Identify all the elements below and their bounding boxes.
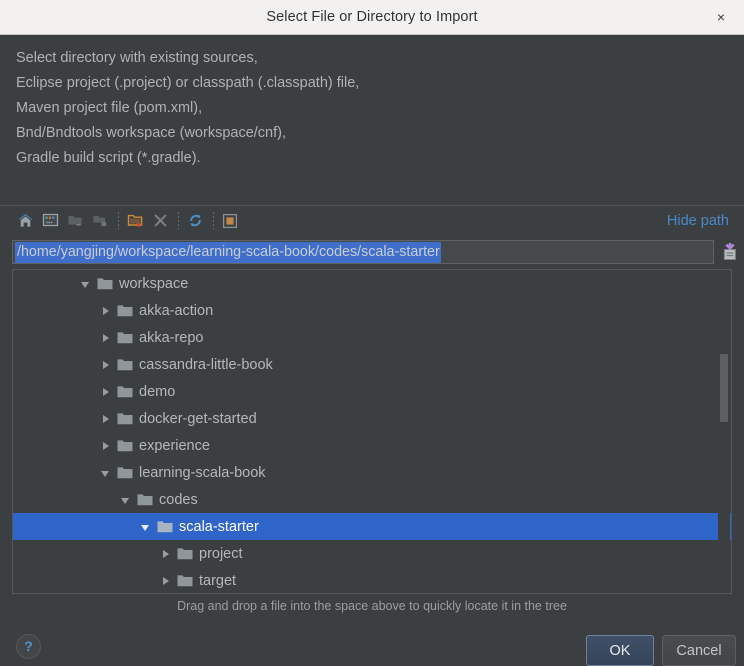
toolbar-separator: [178, 212, 179, 229]
dialog-body: Select directory with existing sources, …: [0, 35, 744, 666]
chevron-right-icon[interactable]: [100, 386, 112, 398]
help-button[interactable]: ?: [16, 634, 41, 659]
description-line: Bnd/Bndtools workspace (workspace/cnf),: [16, 125, 286, 141]
chevron-down-icon[interactable]: [120, 494, 132, 506]
chevron-right-icon[interactable]: [100, 359, 112, 371]
tree-row-label: target: [199, 572, 237, 589]
tree-scrollbar-thumb[interactable]: [720, 354, 728, 422]
tree-row[interactable]: codes: [13, 486, 731, 513]
chevron-down-icon[interactable]: [140, 521, 152, 533]
refresh-icon[interactable]: [184, 210, 206, 232]
tree-row[interactable]: akka-repo: [13, 324, 731, 351]
tree-row-label: workspace: [119, 275, 189, 292]
folder-icon: [117, 466, 133, 479]
tree-row-label: experience: [139, 437, 210, 454]
tree-row[interactable]: cassandra-little-book: [13, 351, 731, 378]
toolbar-separator: [213, 212, 214, 229]
ok-button[interactable]: OK: [586, 635, 654, 666]
folder-icon: [117, 304, 133, 317]
folder-up-icon[interactable]: [64, 210, 86, 232]
chevron-down-icon[interactable]: [80, 278, 92, 290]
directory-tree-panel[interactable]: workspace akka-action akka-repo cassandr…: [12, 269, 732, 594]
folder-icon: [117, 358, 133, 371]
tree-row[interactable]: target: [13, 567, 731, 593]
tree-row-label: docker-get-started: [139, 410, 257, 427]
tree-row-label: codes: [159, 491, 198, 508]
toolbar-divider: [0, 205, 744, 206]
tree-row[interactable]: experience: [13, 432, 731, 459]
toolbar-separator: [118, 212, 119, 229]
description-line: Eclipse project (.project) or classpath …: [16, 75, 360, 91]
tree-row[interactable]: docker-get-started: [13, 405, 731, 432]
tree-row-label: learning-scala-book: [139, 464, 266, 481]
chevron-down-icon[interactable]: [100, 467, 112, 479]
chevron-right-icon[interactable]: [100, 305, 112, 317]
tree-row-label: project: [199, 545, 243, 562]
folder-icon: [117, 412, 133, 425]
chevron-right-icon[interactable]: [160, 575, 172, 587]
directory-tree: workspace akka-action akka-repo cassandr…: [13, 270, 731, 593]
path-input-value: /home/yangjing/workspace/learning-scala-…: [15, 241, 441, 263]
window-title: Select File or Directory to Import: [266, 9, 478, 25]
folder-icon: [137, 493, 153, 506]
close-icon[interactable]: ×: [712, 7, 730, 27]
tree-row[interactable]: workspace: [13, 270, 731, 297]
folder-icon: [177, 547, 193, 560]
show-hidden-files-icon[interactable]: [219, 210, 241, 232]
tree-row[interactable]: learning-scala-book: [13, 459, 731, 486]
drag-drop-hint: Drag and drop a file into the space abov…: [177, 599, 567, 613]
desktop-icon[interactable]: [39, 210, 61, 232]
folder-icon: [97, 277, 113, 290]
tree-row-label: demo: [139, 383, 176, 400]
folder-icon: [177, 574, 193, 587]
title-bar: Select File or Directory to Import ×: [0, 0, 744, 35]
folder-icon: [157, 520, 173, 533]
hide-path-link[interactable]: Hide path: [667, 213, 729, 229]
home-icon[interactable]: [14, 210, 36, 232]
project-folder-icon[interactable]: [89, 210, 111, 232]
tree-row-label: akka-repo: [139, 329, 204, 346]
tree-row[interactable]: demo: [13, 378, 731, 405]
tree-row-selected[interactable]: scala-starter: [13, 513, 731, 540]
chevron-right-icon[interactable]: [160, 548, 172, 560]
help-icon: ?: [24, 638, 33, 654]
chevron-right-icon[interactable]: [100, 413, 112, 425]
tree-row-label: cassandra-little-book: [139, 356, 273, 373]
folder-icon: [117, 385, 133, 398]
chevron-right-icon[interactable]: [100, 440, 112, 452]
description-block: Select directory with existing sources, …: [0, 35, 744, 171]
description-line: Select directory with existing sources,: [16, 50, 258, 66]
tree-row[interactable]: akka-action: [13, 297, 731, 324]
paste-icon[interactable]: [722, 242, 738, 261]
chevron-right-icon[interactable]: [100, 332, 112, 344]
tree-scrollbar[interactable]: [718, 270, 730, 593]
path-row: /home/yangjing/workspace/learning-scala-…: [0, 238, 744, 266]
file-chooser-toolbar: Hide path: [0, 207, 744, 234]
tree-row[interactable]: project: [13, 540, 731, 567]
delete-icon[interactable]: [149, 210, 171, 232]
folder-icon: [117, 331, 133, 344]
new-folder-icon[interactable]: [124, 210, 146, 232]
description-line: Maven project file (pom.xml),: [16, 100, 203, 116]
description-line: Gradle build script (*.gradle).: [16, 150, 201, 166]
cancel-button[interactable]: Cancel: [662, 635, 736, 666]
path-input[interactable]: /home/yangjing/workspace/learning-scala-…: [12, 240, 714, 264]
tree-row-label: akka-action: [139, 302, 214, 319]
tree-row-label: scala-starter: [179, 518, 259, 535]
folder-icon: [117, 439, 133, 452]
